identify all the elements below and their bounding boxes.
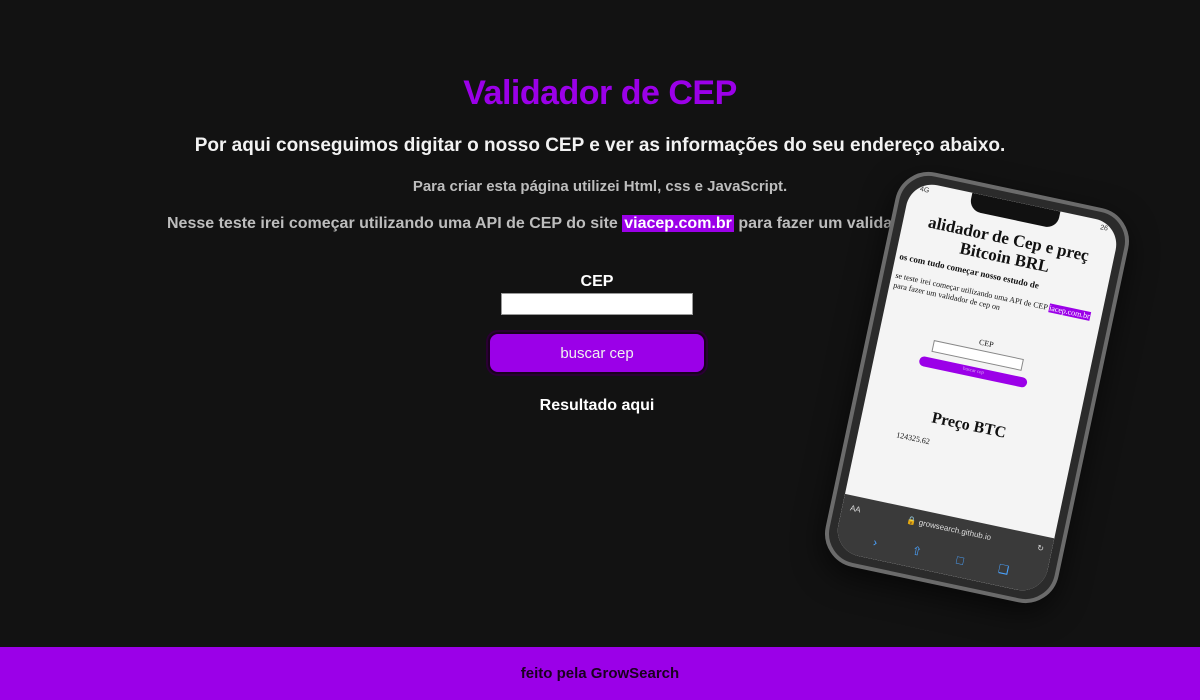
share-icon: ⇧: [910, 543, 924, 559]
phone-url: 🔒 growsearch.github.io: [905, 515, 992, 543]
phone-viacep-link: iacep.com.br: [1048, 303, 1091, 321]
reload-icon: ↻: [1036, 543, 1045, 554]
page-title: Validador de CEP: [463, 74, 737, 112]
phone-screen: 4G 26 alidador de Cep e preç Bitcoin BRL…: [832, 179, 1122, 596]
phone-status-left: 4G: [919, 185, 930, 195]
book-icon: □: [955, 552, 966, 568]
phone-aa-label: AA: [849, 503, 862, 515]
chevron-right-icon: ›: [871, 534, 879, 550]
phone-mockup: 4G 26 alidador de Cep e preç Bitcoin BRL…: [818, 165, 1136, 610]
search-cep-button[interactable]: buscar cep: [486, 330, 708, 376]
page-subtitle: Por aqui conseguimos digitar o nosso CEP…: [194, 135, 1006, 156]
phone-btc-value: 124325.62: [895, 430, 931, 447]
phone-browser-bar: AA 🔒 growsearch.github.io ↻ › ⇧ □ ❏: [832, 493, 1055, 596]
viacep-link[interactable]: viacep.com.br: [622, 215, 734, 232]
phone-frame: 4G 26 alidador de Cep e preç Bitcoin BRL…: [818, 165, 1136, 610]
phone-status-right: 26: [1099, 224, 1109, 233]
phone-btc-title: Preço BTC: [930, 409, 1008, 442]
description-api-text: Nesse teste irei começar utilizando uma …: [167, 215, 623, 232]
footer-text: feito pela GrowSearch: [520, 665, 680, 682]
cep-input[interactable]: [501, 293, 693, 315]
footer: feito pela GrowSearch: [0, 647, 1200, 700]
tabs-icon: ❏: [996, 561, 1011, 578]
